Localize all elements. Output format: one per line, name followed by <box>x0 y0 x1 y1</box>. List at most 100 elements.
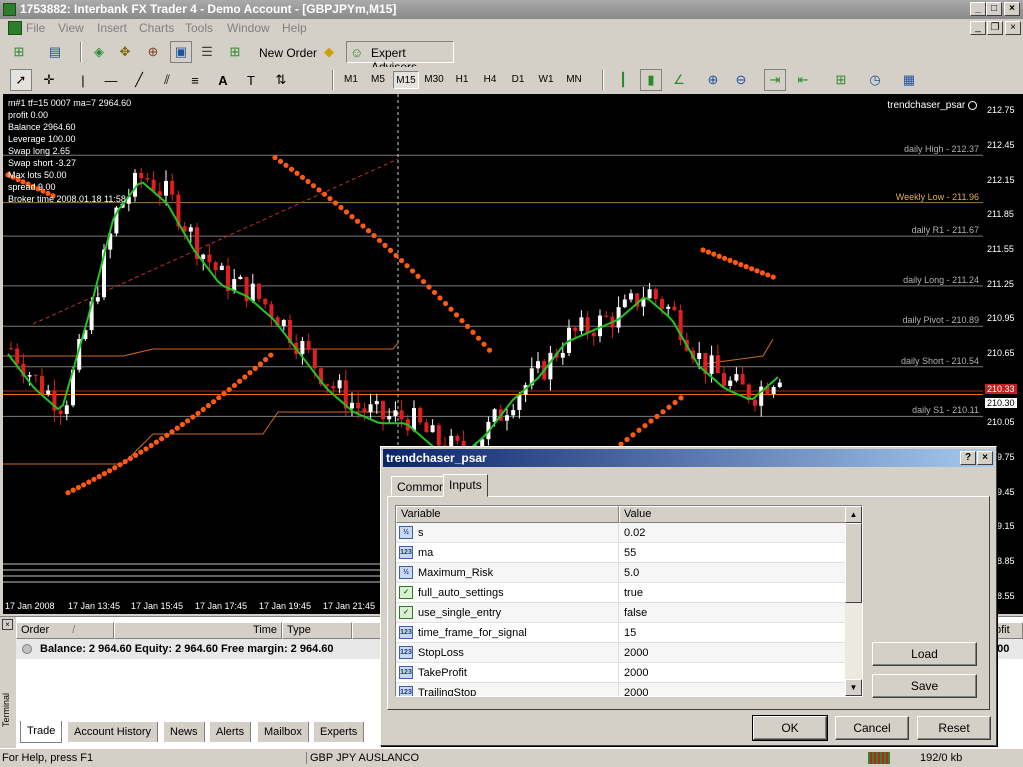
tab-inputs[interactable]: Inputs <box>443 474 488 497</box>
column-variable[interactable]: Variable <box>396 506 619 523</box>
terminal-icon[interactable]: ▣ <box>170 41 192 63</box>
menu-tools[interactable]: Tools <box>185 21 213 35</box>
menu-view[interactable]: View <box>58 21 84 35</box>
bool-type-icon: ✓ <box>399 586 413 599</box>
templates-icon[interactable]: ▦ <box>898 69 920 91</box>
tab-account-history[interactable]: Account History <box>68 722 159 742</box>
vertical-line-icon[interactable]: | <box>72 69 94 91</box>
trendline-icon[interactable]: ╱ <box>128 69 150 91</box>
column-size[interactable] <box>352 622 382 639</box>
tester-icon[interactable]: ☰ <box>196 41 218 63</box>
metaeditor-icon[interactable]: ◆ <box>318 41 340 63</box>
line-chart-icon[interactable]: ∠ <box>668 69 690 91</box>
tab-news[interactable]: News <box>164 722 205 742</box>
load-button[interactable]: Load <box>872 642 977 666</box>
input-row-ma[interactable]: 123 ma 55 <box>396 543 846 563</box>
horizontal-line-icon[interactable]: — <box>100 69 122 91</box>
input-value[interactable]: 55 <box>624 547 636 559</box>
input-value[interactable]: false <box>624 607 647 619</box>
tab-trade[interactable]: Trade <box>20 721 63 743</box>
dialog-help-button[interactable]: ? <box>960 451 976 465</box>
mdi-minimize-button[interactable]: _ <box>970 21 986 35</box>
terminal-close-icon[interactable]: × <box>2 619 13 630</box>
new-order-button[interactable]: New Order <box>259 46 317 60</box>
fibonacci-icon[interactable]: ≡ <box>184 69 206 91</box>
data-window-icon[interactable]: ⊕ <box>142 41 164 63</box>
input-row-s[interactable]: ½ s 0.02 <box>396 523 846 543</box>
timeframe-w1[interactable]: W1 <box>533 71 559 89</box>
timeframe-m30[interactable]: M30 <box>421 71 447 89</box>
timeframe-d1[interactable]: D1 <box>505 71 531 89</box>
input-row-use-single-entry[interactable]: ✓ use_single_entry false <box>396 603 846 623</box>
tab-mailbox[interactable]: Mailbox <box>258 722 309 742</box>
navigator-icon[interactable]: ✥ <box>114 41 136 63</box>
expert-advisors-button[interactable]: ☺ Expert Advisors <box>346 41 454 74</box>
input-value[interactable]: 15 <box>624 627 636 639</box>
zoom-out-icon[interactable]: ⊖ <box>730 69 752 91</box>
tab-alerts[interactable]: Alerts <box>210 722 252 742</box>
column-time[interactable]: Time <box>114 622 282 639</box>
timeframe-h4[interactable]: H4 <box>477 71 503 89</box>
scroll-down-button[interactable]: ▼ <box>845 679 862 696</box>
ok-button[interactable]: OK <box>752 715 828 741</box>
new-chart-icon[interactable]: ⊞ <box>8 41 30 63</box>
input-row-takeprofit[interactable]: 123 TakeProfit 2000 <box>396 663 846 683</box>
save-button[interactable]: Save <box>872 674 977 698</box>
menu-file[interactable]: File <box>26 21 45 35</box>
auto-scroll-icon[interactable]: ⇥ <box>764 69 786 91</box>
input-value[interactable]: 5.0 <box>624 567 639 579</box>
chart-info-box: m#1 tf=15 0007 ma=7 2964.60 profit 0.00 Ba… <box>8 97 131 205</box>
input-value[interactable]: 2000 <box>624 667 648 679</box>
timeframe-m5[interactable]: M5 <box>365 71 391 89</box>
maximize-button[interactable]: □ <box>986 2 1002 16</box>
market-watch-icon[interactable]: ◈ <box>88 41 110 63</box>
menu-window[interactable]: Window <box>227 21 270 35</box>
menu-insert[interactable]: Insert <box>97 21 127 35</box>
timeframe-m1[interactable]: M1 <box>338 71 364 89</box>
mdi-restore-button[interactable]: ❐ <box>987 21 1003 35</box>
column-value[interactable]: Value <box>619 506 846 523</box>
periods-icon[interactable]: ◷ <box>864 69 886 91</box>
scroll-thumb[interactable] <box>845 523 862 603</box>
input-row-trailingstop[interactable]: 123 TrailingStop 2000 <box>396 683 846 696</box>
bar-chart-icon[interactable]: ┃ <box>612 69 634 91</box>
indicators-icon[interactable]: ⊞ <box>830 69 852 91</box>
input-value[interactable]: 2000 <box>624 647 648 659</box>
close-button[interactable]: × <box>1004 2 1020 16</box>
cancel-button[interactable]: Cancel <box>835 716 909 740</box>
candlestick-icon[interactable]: ▮ <box>640 69 662 91</box>
label-icon[interactable]: T <box>240 69 262 91</box>
mdi-close-button[interactable]: × <box>1005 21 1021 35</box>
column-type[interactable]: Type <box>282 622 352 639</box>
column-order[interactable]: Order / <box>16 622 114 639</box>
input-value[interactable]: 2000 <box>624 687 648 696</box>
input-value[interactable]: true <box>624 587 643 599</box>
input-value[interactable]: 0.02 <box>624 527 645 539</box>
menu-charts[interactable]: Charts <box>139 21 174 35</box>
profiles-icon[interactable]: ▤ <box>44 41 66 63</box>
chart-icon[interactable] <box>8 21 22 35</box>
channel-icon[interactable]: ⫽ <box>156 69 178 91</box>
dialog-close-button[interactable]: × <box>977 451 993 465</box>
input-row-time-frame-for-signal[interactable]: 123 time_frame_for_signal 15 <box>396 623 846 643</box>
zoom-in-icon[interactable]: ⊕ <box>702 69 724 91</box>
grid-scrollbar[interactable]: ▲ ▼ <box>845 506 862 696</box>
input-row-full-auto-settings[interactable]: ✓ full_auto_settings true <box>396 583 846 603</box>
tab-experts[interactable]: Experts <box>314 722 365 742</box>
inputs-grid[interactable]: Variable Value ½ s 0.02 123 ma 55 ½ Maximum_Ris… <box>395 505 863 697</box>
new-order-icon[interactable]: ⊞ <box>224 41 246 63</box>
crosshair-icon[interactable]: ✛ <box>38 69 60 91</box>
text-icon[interactable]: A <box>212 69 234 91</box>
menu-help[interactable]: Help <box>282 21 307 35</box>
minimize-button[interactable]: _ <box>970 2 986 16</box>
scroll-up-button[interactable]: ▲ <box>845 506 862 523</box>
chart-shift-icon[interactable]: ⇤ <box>792 69 814 91</box>
timeframe-h1[interactable]: H1 <box>449 71 475 89</box>
timeframe-m15[interactable]: M15 <box>393 71 419 89</box>
arrows-icon[interactable]: ⇅ <box>270 69 292 91</box>
input-row-maximum-risk[interactable]: ½ Maximum_Risk 5.0 <box>396 563 846 583</box>
input-row-stoploss[interactable]: 123 StopLoss 2000 <box>396 643 846 663</box>
timeframe-mn[interactable]: MN <box>561 71 587 89</box>
cursor-icon[interactable]: ➚ <box>10 69 32 91</box>
reset-button[interactable]: Reset <box>917 716 991 740</box>
